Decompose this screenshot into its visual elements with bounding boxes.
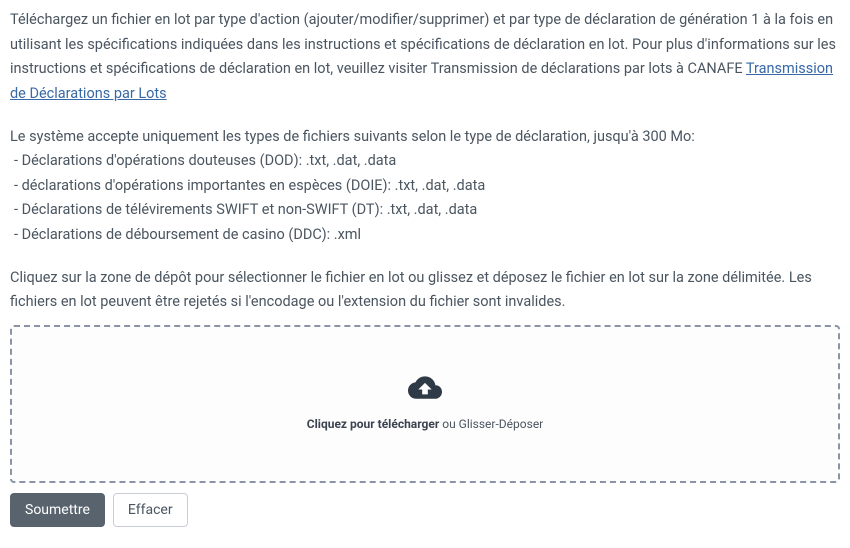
accepted-files-lead: Le système accepte uniquement les types … <box>10 125 840 150</box>
upload-cloud-icon <box>408 374 442 409</box>
dropzone-click-label: Cliquez pour télécharger <box>307 417 440 431</box>
clear-button[interactable]: Effacer <box>113 493 188 527</box>
file-dropzone[interactable]: Cliquez pour télécharger ou Glisser-Dépo… <box>10 325 840 483</box>
accepted-file-type: - Déclarations de télévirements SWIFT et… <box>10 198 840 223</box>
accepted-file-type: - Déclarations d'opérations douteuses (D… <box>10 149 840 174</box>
dropzone-text: Cliquez pour télécharger ou Glisser-Dépo… <box>307 414 544 434</box>
submit-button[interactable]: Soumettre <box>10 493 105 527</box>
accepted-files-block: Le système accepte uniquement les types … <box>10 125 840 248</box>
dropzone-instructions: Cliquez sur la zone de dépôt pour sélect… <box>10 266 840 315</box>
button-row: Soumettre Effacer <box>10 493 840 527</box>
accepted-file-type: - déclarations d'opérations importantes … <box>10 174 840 199</box>
accepted-file-type: - Déclarations de déboursement de casino… <box>10 223 840 248</box>
dropzone-suffix: ou Glisser-Déposer <box>439 417 543 431</box>
intro-text: Téléchargez un fichier en lot par type d… <box>10 11 836 77</box>
intro-paragraph: Téléchargez un fichier en lot par type d… <box>10 8 840 107</box>
